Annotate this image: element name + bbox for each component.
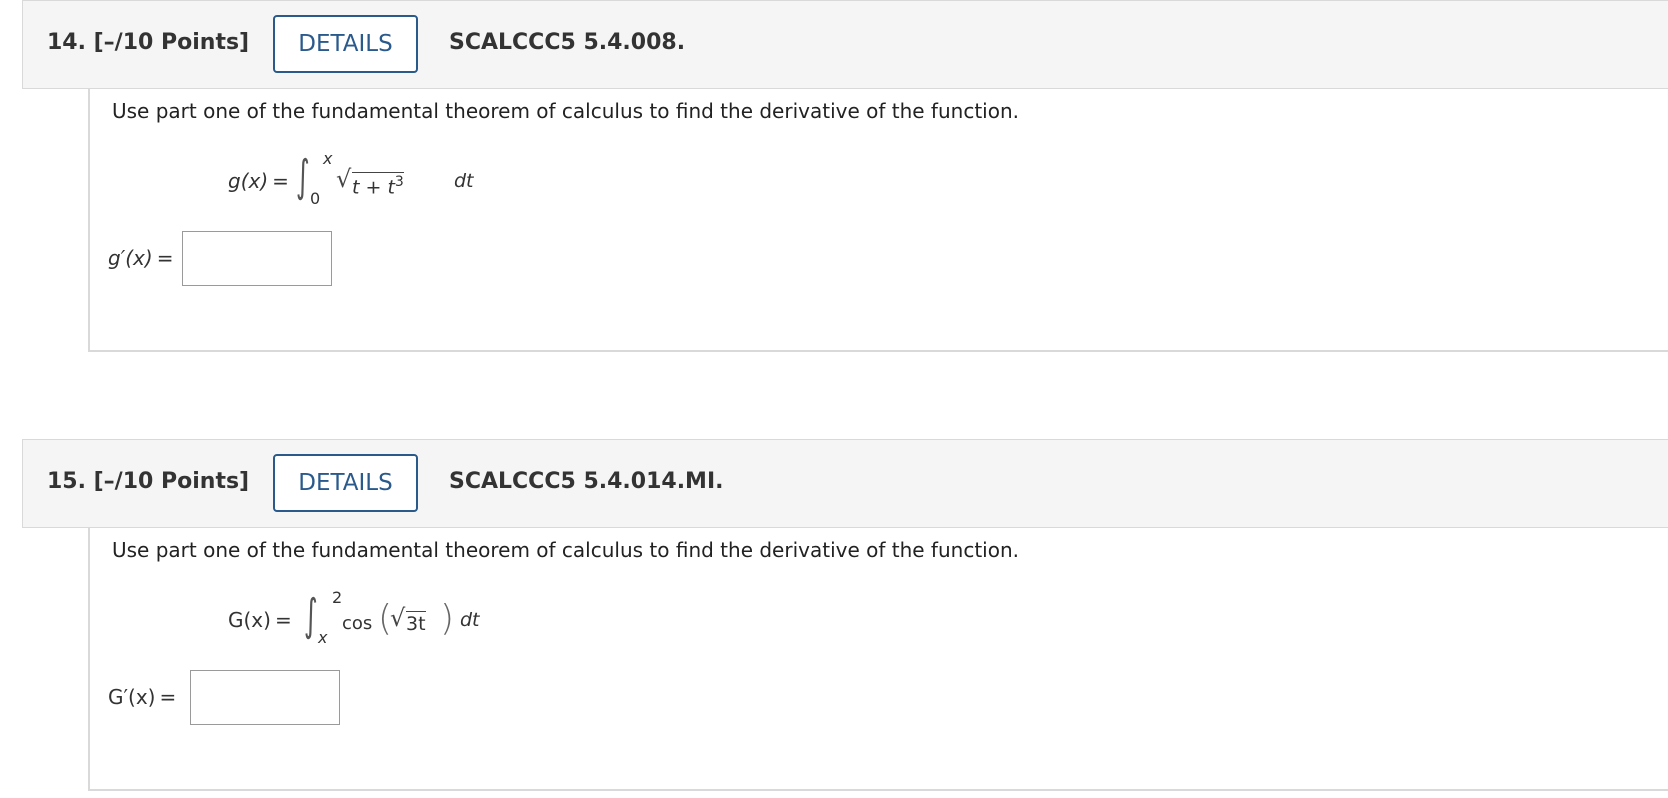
problem-body: Use part one of the fundamental theorem … bbox=[88, 89, 1668, 352]
integral-sign-icon: ∫ bbox=[296, 151, 310, 202]
function-name: g(x) = bbox=[228, 169, 289, 193]
function-equation: g(x) = ∫ x 0 √ t + t3 dt bbox=[228, 149, 628, 219]
right-paren-icon: ) bbox=[440, 598, 455, 639]
answer-label: G′(x) = bbox=[108, 685, 177, 709]
function-equation: G(x) = ∫ 2 x cos ( √ 3t ) dt bbox=[228, 588, 628, 658]
upper-limit: x bbox=[323, 149, 333, 168]
answer-input[interactable] bbox=[190, 670, 340, 725]
question-text: Use part one of the fundamental theorem … bbox=[112, 99, 1019, 123]
details-button[interactable]: DETAILS bbox=[273, 454, 418, 512]
lower-limit: 0 bbox=[310, 189, 321, 208]
square-root-icon: √ bbox=[336, 165, 352, 193]
problem-header: 15. [–/10 Points] DETAILS SCALCCC5 5.4.0… bbox=[22, 439, 1668, 528]
upper-limit: 2 bbox=[332, 588, 343, 607]
answer-label: g′(x) = bbox=[108, 246, 174, 270]
lower-limit: x bbox=[318, 628, 328, 647]
problem-code: SCALCCC5 5.4.008. bbox=[449, 30, 686, 55]
problem-body: Use part one of the fundamental theorem … bbox=[88, 528, 1668, 791]
integral-sign-icon: ∫ bbox=[304, 590, 318, 641]
answer-input[interactable] bbox=[182, 231, 332, 286]
square-root-icon: √ bbox=[390, 604, 406, 632]
integrand: 3t bbox=[406, 611, 426, 635]
differential: dt bbox=[460, 609, 480, 631]
differential: dt bbox=[454, 170, 474, 192]
problem-code: SCALCCC5 5.4.014.MI. bbox=[449, 469, 724, 494]
integrand: t + t3 bbox=[352, 172, 404, 199]
cos-function: cos bbox=[342, 613, 373, 634]
problem-number-points: 15. [–/10 Points] bbox=[47, 469, 250, 494]
question-text: Use part one of the fundamental theorem … bbox=[112, 538, 1019, 562]
details-button[interactable]: DETAILS bbox=[273, 15, 418, 73]
problem-header: 14. [–/10 Points] DETAILS SCALCCC5 5.4.0… bbox=[22, 0, 1668, 89]
function-name: G(x) = bbox=[228, 608, 292, 632]
problem-number-points: 14. [–/10 Points] bbox=[47, 30, 250, 55]
